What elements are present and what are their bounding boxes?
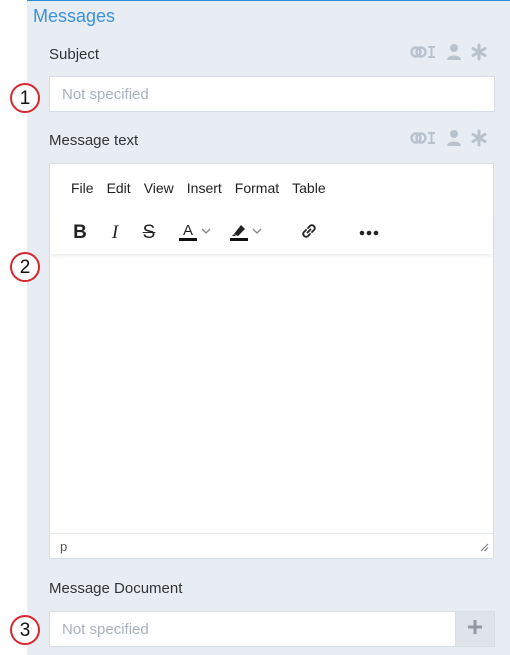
callout-badge-1: 1 (10, 83, 40, 113)
menu-file[interactable]: File (71, 180, 94, 200)
editor-content-area[interactable] (50, 256, 493, 534)
highlight-color-icon (228, 220, 250, 247)
plus-icon (468, 619, 482, 639)
svg-text:A: A (183, 222, 193, 239)
menu-insert[interactable]: Insert (187, 180, 222, 200)
editor-toolbar: B I S A (50, 214, 493, 254)
element-path[interactable]: p (60, 539, 67, 554)
section-title: Messages (33, 6, 116, 26)
link-button[interactable] (296, 218, 322, 248)
link-variable-icon[interactable] (410, 43, 438, 61)
highlight-color-button[interactable] (223, 218, 269, 248)
callout-badge-3: 3 (10, 615, 40, 645)
chevron-down-icon (199, 224, 213, 243)
callout-badge-2: 2 (10, 252, 40, 282)
menu-format[interactable]: Format (235, 180, 279, 200)
resize-handle-icon[interactable] (479, 540, 489, 555)
asterisk-icon[interactable] (470, 43, 488, 61)
menu-table[interactable]: Table (292, 180, 325, 200)
user-icon[interactable] (446, 43, 462, 61)
user-icon[interactable] (446, 129, 462, 147)
bold-icon: B (73, 222, 87, 243)
asterisk-icon[interactable] (470, 129, 488, 147)
link-icon (298, 220, 320, 247)
subject-label: Subject (49, 46, 100, 63)
link-variable-icon[interactable] (410, 129, 438, 147)
message-document-input[interactable]: Not specified (49, 611, 456, 647)
italic-icon: I (111, 222, 119, 243)
menu-edit[interactable]: Edit (107, 180, 131, 200)
message-text-label: Message text (49, 132, 139, 149)
more-button[interactable] (356, 218, 382, 248)
menu-view[interactable]: View (144, 180, 174, 200)
chevron-down-icon (250, 224, 264, 243)
subject-field-icons (410, 43, 488, 61)
strikethrough-icon: S (142, 222, 156, 243)
add-document-button[interactable] (455, 611, 495, 647)
message-document-label: Message Document (49, 580, 183, 597)
text-color-button[interactable]: A (172, 218, 218, 248)
bold-button[interactable]: B (68, 218, 92, 248)
editor-statusbar: p (50, 533, 493, 558)
more-icon (359, 224, 379, 242)
italic-button[interactable]: I (103, 218, 127, 248)
editor-menubar: File Edit View Insert Format Table (50, 180, 326, 200)
message-text-field-icons (410, 129, 488, 147)
subject-input[interactable]: Not specified (49, 76, 495, 112)
rich-text-editor: File Edit View Insert Format Table B I S… (49, 163, 494, 559)
text-color-icon: A (177, 220, 199, 247)
strikethrough-button[interactable]: S (137, 218, 161, 248)
